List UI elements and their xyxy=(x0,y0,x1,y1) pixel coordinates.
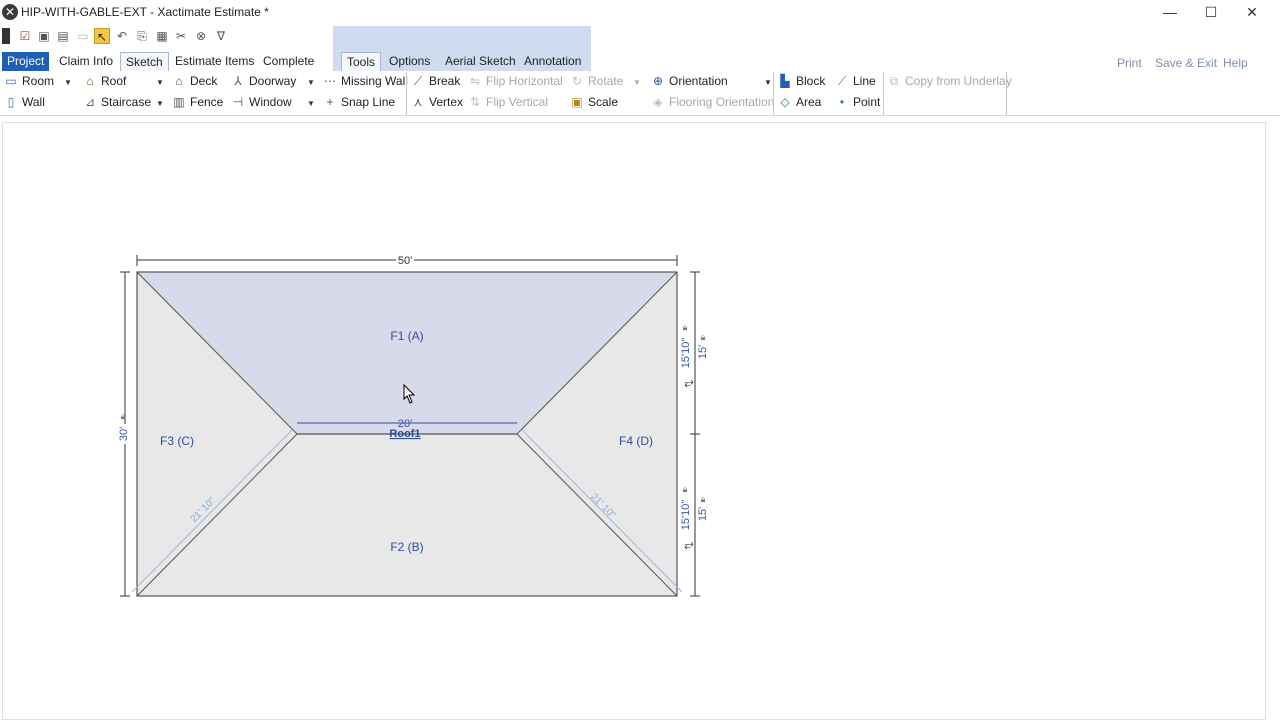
lock-icon[interactable]: 🔒︎ xyxy=(701,494,706,504)
lock-icon[interactable]: 🔒︎ xyxy=(701,332,706,342)
facet-f3-label[interactable]: F3 (C) xyxy=(160,434,194,448)
facet-f4-label[interactable]: F4 (D) xyxy=(619,434,653,448)
left-height-dim: 30' xyxy=(118,427,130,441)
roof-name-label[interactable]: Roof1 xyxy=(389,428,420,440)
roof-sketch: 50' 30' 🔒︎ 20' Roof1 15'10" 15' 15'10" 1… xyxy=(116,255,709,597)
facet-f2-label[interactable]: F2 (B) xyxy=(390,540,423,554)
lock-icon[interactable]: 🔒︎ xyxy=(121,411,126,421)
pitch-arrow-icon[interactable]: ⥂ xyxy=(684,537,694,551)
right-lower-inner-dim: 15' xyxy=(697,507,709,521)
right-upper-inner-dim: 15' xyxy=(697,345,709,359)
lock-icon[interactable]: 🔒︎ xyxy=(683,484,688,494)
right-lower-outer-dim: 15'10" xyxy=(680,500,692,531)
pitch-arrow-icon[interactable]: ⥂ xyxy=(684,375,694,389)
top-width-dim: 50' xyxy=(398,255,412,267)
facet-f1-label[interactable]: F1 (A) xyxy=(390,329,423,343)
right-upper-outer-dim: 15'10" xyxy=(680,338,692,369)
lock-icon[interactable]: 🔒︎ xyxy=(683,322,688,332)
